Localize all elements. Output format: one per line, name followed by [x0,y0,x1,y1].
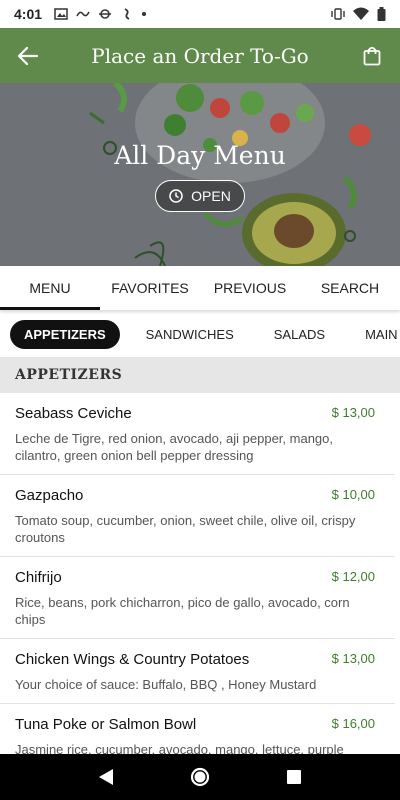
chip-salads[interactable]: SALADS [260,320,339,349]
chip-appetizers[interactable]: APPETIZERS [10,319,120,349]
status-time: 4:01 [14,6,43,22]
open-label: OPEN [191,188,231,204]
item-description: Your choice of sauce: Buffalo, BBQ , Hon… [15,677,317,692]
item-name: Chicken Wings & Country Potatoes [15,651,250,668]
menu-item[interactable]: Seabass Ceviche $ 13,00 Leche de Tigre, … [0,393,395,475]
app-bar: Place an Order To-Go [0,28,400,83]
cart-button[interactable] [344,28,400,83]
wifi-icon [353,7,369,20]
item-price: $ 16,00 [331,716,375,731]
item-description: Tomato soup, cucumber, onion, sweet chil… [15,513,356,545]
clock-icon [169,189,183,203]
food-illustration [0,83,400,266]
chip-main-courses[interactable]: MAIN COU [351,320,400,349]
hero-banner: All Day Menu OPEN [0,83,400,266]
open-status-badge[interactable]: OPEN [155,180,245,212]
system-nav-bar [0,754,400,800]
status-bar: 4:01 [0,0,400,28]
vibrate-icon [331,8,345,20]
hero-title: All Day Menu [114,141,286,170]
back-button[interactable] [0,28,56,83]
item-name: Gazpacho [15,487,84,504]
arrow-left-icon [18,46,38,65]
app-notification-icon-3 [124,8,130,20]
item-price: $ 12,00 [331,569,375,584]
item-name: Chifrijo [15,569,62,586]
menu-item[interactable]: Gazpacho $ 10,00 Tomato soup, cucumber, … [0,475,395,557]
chip-sandwiches[interactable]: SANDWICHES [132,320,248,349]
image-notification-icon [54,8,68,20]
app-notification-icon-2 [99,9,112,19]
menu-list: Seabass Ceviche $ 13,00 Leche de Tigre, … [0,393,400,754]
battery-icon [377,7,386,21]
section-header: APPETIZERS [0,357,400,393]
nav-back-icon[interactable] [98,768,114,786]
item-price: $ 13,00 [331,405,375,420]
shopping-bag-icon [363,46,381,65]
tab-menu[interactable]: MENU [0,266,100,310]
tab-search[interactable]: SEARCH [300,266,400,310]
item-price: $ 13,00 [331,651,375,666]
item-description: Rice, beans, pork chicharron, pico de ga… [15,595,350,627]
tab-favorites[interactable]: FAVORITES [100,266,200,310]
menu-item[interactable]: Chifrijo $ 12,00 Rice, beans, pork chich… [0,557,395,639]
menu-tabs: MENU FAVORITES PREVIOUS SEARCH [0,266,400,310]
menu-item[interactable]: Tuna Poke or Salmon Bowl $ 16,00 Jasmine… [0,704,395,754]
item-price: $ 10,00 [331,487,375,502]
menu-item[interactable]: Chicken Wings & Country Potatoes $ 13,00… [0,639,395,704]
tab-previous[interactable]: PREVIOUS [200,266,300,310]
more-notifications-dot [142,12,147,16]
item-description: Jasmine rice, cucumber, avocado, mango, … [15,742,344,754]
app-notification-icon [76,11,90,17]
nav-recents-icon[interactable] [286,769,302,785]
category-chips: APPETIZERS SANDWICHES SALADS MAIN COU [0,312,400,356]
item-name: Tuna Poke or Salmon Bowl [15,716,197,733]
nav-home-icon[interactable] [190,767,210,787]
app-bar-title: Place an Order To-Go [91,43,309,68]
item-description: Leche de Tigre, red onion, avocado, aji … [15,431,333,463]
item-name: Seabass Ceviche [15,405,132,422]
